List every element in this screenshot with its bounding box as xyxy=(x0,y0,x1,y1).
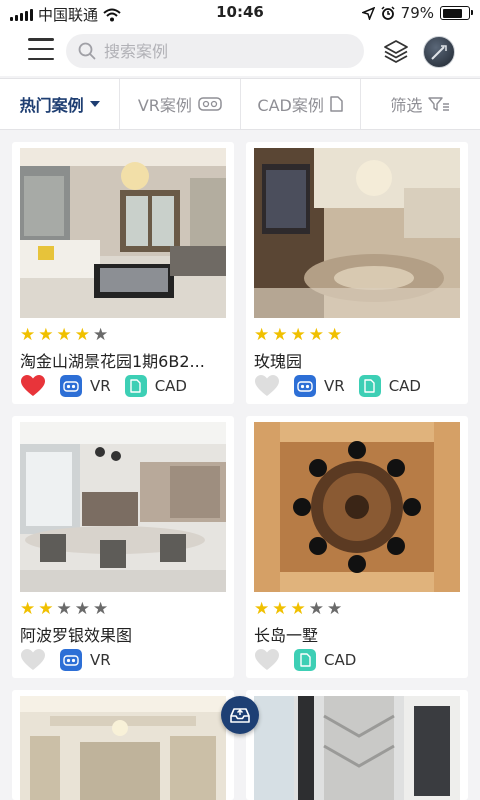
case-title[interactable]: 阿波罗银效果图 xyxy=(20,622,230,646)
tab-label: 筛选 xyxy=(390,96,423,115)
star-icon: ★ xyxy=(56,325,72,345)
case-card[interactable]: ★ ★ ★ ★ ★ 长岛一墅 CAD xyxy=(246,416,468,678)
floating-action-button[interactable] xyxy=(221,696,259,734)
heart-icon[interactable] xyxy=(20,648,46,672)
tab-hot-cases[interactable]: 热门案例 xyxy=(0,79,121,129)
tab-label: CAD案例 xyxy=(257,96,324,115)
star-icon: ★ xyxy=(272,599,288,619)
rating-stars: ★ ★ ★ ★ ★ xyxy=(254,600,342,618)
case-title[interactable]: 长岛一墅 xyxy=(254,622,464,646)
star-icon: ★ xyxy=(20,325,36,345)
tab-label: 热门案例 xyxy=(19,96,84,115)
battery-level xyxy=(442,8,463,18)
vr-badge[interactable]: VR xyxy=(60,375,111,397)
tab-label: VR案例 xyxy=(137,96,192,115)
search-input[interactable] xyxy=(104,41,344,61)
cad-badge[interactable]: CAD xyxy=(358,375,421,397)
star-icon: ★ xyxy=(74,599,90,619)
case-thumbnail[interactable] xyxy=(20,422,226,592)
card-actions: VR CAD xyxy=(254,374,435,398)
heart-icon[interactable] xyxy=(20,374,46,398)
case-thumbnail[interactable] xyxy=(254,148,460,318)
case-thumbnail[interactable] xyxy=(254,696,460,800)
vr-headset-icon xyxy=(60,375,82,397)
cad-label: CAD xyxy=(154,377,187,395)
case-title[interactable]: 玫瑰园 xyxy=(254,348,464,372)
star-icon: ★ xyxy=(38,325,54,345)
case-title[interactable]: 淘金山湖景花园1期6B2... xyxy=(20,348,230,372)
case-card[interactable]: ★ ★ ★ ★ ★ 阿波罗银效果图 VR xyxy=(12,416,234,678)
cad-badge[interactable]: CAD xyxy=(294,649,356,671)
star-icon: ★ xyxy=(290,325,306,345)
rating-stars: ★ ★ ★ ★ ★ xyxy=(20,600,108,618)
location-arrow-icon xyxy=(361,6,375,20)
vr-badge[interactable]: VR xyxy=(60,649,111,671)
star-icon: ★ xyxy=(327,599,343,619)
star-icon: ★ xyxy=(308,599,324,619)
vr-headset-icon xyxy=(198,97,222,111)
heart-icon[interactable] xyxy=(254,374,280,398)
battery-icon xyxy=(440,6,473,20)
star-icon: ★ xyxy=(327,325,343,345)
rating-stars: ★ ★ ★ ★ ★ xyxy=(254,326,342,344)
app-header xyxy=(0,26,480,76)
case-card[interactable]: ★ ★ ★ ★ ★ 玫瑰园 VR CAD xyxy=(246,142,468,404)
card-actions: CAD xyxy=(254,648,370,672)
inbox-upload-icon xyxy=(230,708,250,723)
status-bar: 中国联通 10:46 79% xyxy=(0,0,480,26)
document-icon xyxy=(330,96,343,112)
card-actions: VR xyxy=(20,648,125,672)
battery-percent: 79% xyxy=(400,4,434,22)
document-icon xyxy=(124,375,147,397)
vr-label: VR xyxy=(324,377,345,395)
status-right: 79% xyxy=(361,4,473,22)
star-icon: ★ xyxy=(74,325,90,345)
case-card[interactable] xyxy=(12,690,234,800)
star-icon: ★ xyxy=(272,325,288,345)
star-icon: ★ xyxy=(93,325,109,345)
star-icon: ★ xyxy=(290,599,306,619)
layers-icon[interactable] xyxy=(383,38,409,64)
vr-label: VR xyxy=(90,651,111,669)
case-thumbnail[interactable] xyxy=(20,696,226,800)
category-tabs: 热门案例 VR案例 CAD案例 筛选 xyxy=(0,78,480,130)
case-card[interactable] xyxy=(246,690,468,800)
document-icon xyxy=(358,375,381,397)
search-icon xyxy=(78,42,96,60)
star-icon: ★ xyxy=(254,599,270,619)
rating-stars: ★ ★ ★ ★ ★ xyxy=(20,326,108,344)
search-bar[interactable] xyxy=(66,34,364,68)
tab-filter[interactable]: 筛选 xyxy=(361,79,480,129)
case-thumbnail[interactable] xyxy=(20,148,226,318)
star-icon: ★ xyxy=(308,325,324,345)
cad-label: CAD xyxy=(388,377,421,395)
filter-icon xyxy=(428,97,450,111)
caret-down-icon xyxy=(89,101,100,107)
star-icon: ★ xyxy=(254,325,270,345)
cad-label: CAD xyxy=(324,651,357,669)
star-icon: ★ xyxy=(56,599,72,619)
star-icon: ★ xyxy=(38,599,54,619)
vr-headset-icon xyxy=(60,649,82,671)
vr-label: VR xyxy=(90,377,111,395)
star-icon: ★ xyxy=(20,599,36,619)
vr-headset-icon xyxy=(294,375,316,397)
tab-cad-cases[interactable]: CAD案例 xyxy=(241,79,361,129)
vr-badge[interactable]: VR xyxy=(294,375,345,397)
avatar[interactable] xyxy=(423,36,455,68)
hamburger-menu-icon[interactable] xyxy=(28,38,54,60)
heart-icon[interactable] xyxy=(254,648,280,672)
tab-vr-cases[interactable]: VR案例 xyxy=(120,79,241,129)
case-thumbnail[interactable] xyxy=(254,422,460,592)
document-icon xyxy=(294,649,316,671)
case-card[interactable]: ★ ★ ★ ★ ★ 淘金山湖景花园1期6B2... VR CAD xyxy=(12,142,234,404)
alarm-clock-icon xyxy=(381,6,395,20)
star-icon: ★ xyxy=(93,599,109,619)
card-actions: VR CAD xyxy=(20,374,201,398)
cad-badge[interactable]: CAD xyxy=(124,375,187,397)
